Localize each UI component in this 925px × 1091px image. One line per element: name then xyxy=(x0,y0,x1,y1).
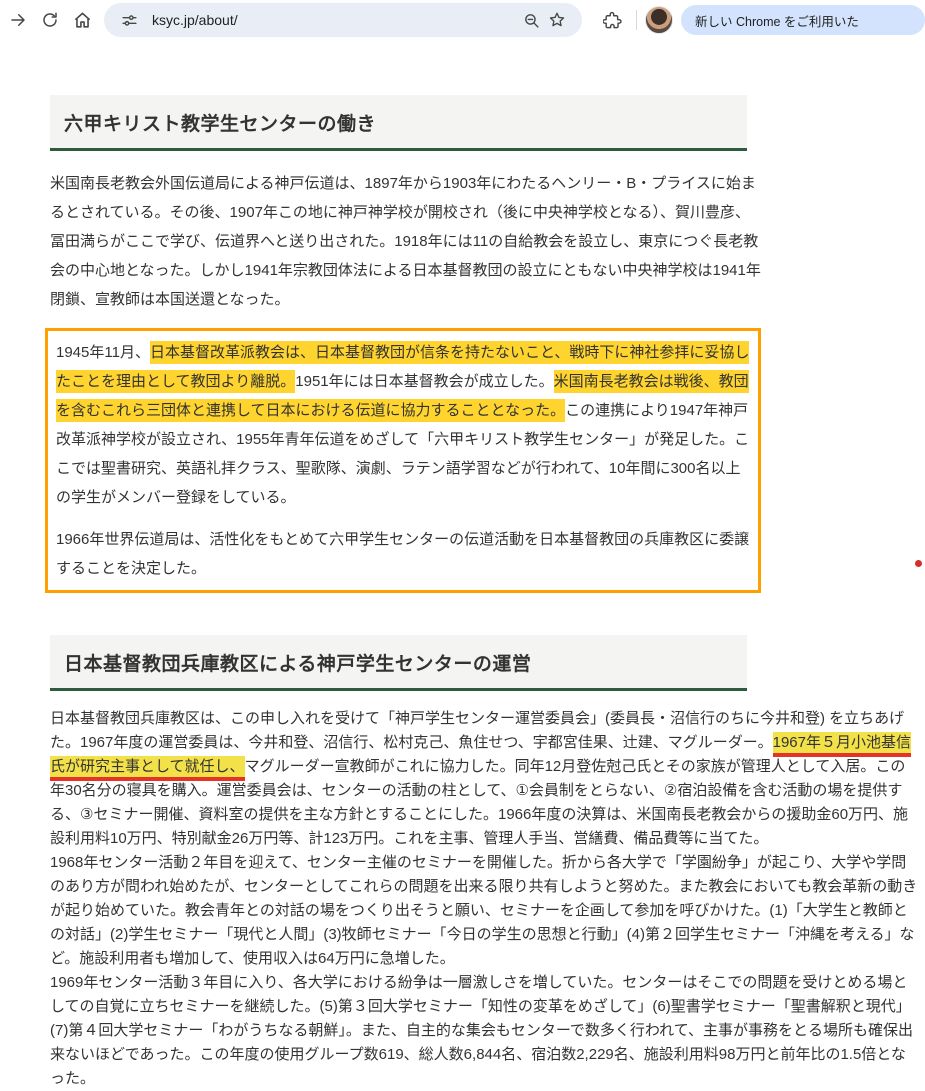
extensions-puzzle-icon[interactable] xyxy=(596,4,628,36)
section1-paragraph1: 米国南長老教会外国伝道局による神戸伝道は、1897年から1903年にわたるヘンリ… xyxy=(50,175,761,308)
forward-icon[interactable] xyxy=(2,4,34,36)
chrome-promo-button[interactable]: 新しい Chrome をご利用いた xyxy=(681,5,925,35)
profile-avatar[interactable] xyxy=(645,6,673,34)
section2: 日本基督教団兵庫教区による神戸学生センターの運営 日本基督教団兵庫教区は、この申… xyxy=(50,635,925,1091)
zoom-out-icon[interactable] xyxy=(518,7,544,33)
bookmark-star-icon[interactable] xyxy=(544,7,570,33)
orange-annotation-box: 1945年11月、日本基督改革派教会は、日本基督教団が信条を持たないこと、戦時下… xyxy=(45,328,761,593)
section1-heading: 六甲キリスト教学生センターの働き xyxy=(50,95,747,151)
url-field[interactable]: ksyc.jp/about/ xyxy=(152,12,518,28)
boxed-paragraph2: 1966年世界伝道局は、活性化をもとめて六甲学生センターの伝道活動を日本基督教団… xyxy=(56,531,750,577)
chrome-promo-label: 新しい Chrome をご利用いた xyxy=(695,14,859,29)
section2-paragraph-a: 日本基督教団兵庫教区は、この申し入れを受けて「神戸学生センター運営委員会」(委員… xyxy=(50,707,918,851)
reload-icon[interactable] xyxy=(34,4,66,36)
boxed-paragraph: 1945年11月、日本基督改革派教会は、日本基督教団が信条を持たないこと、戦時下… xyxy=(56,338,750,512)
site-info-icon[interactable] xyxy=(116,7,142,33)
toolbar-divider xyxy=(636,10,637,30)
home-icon[interactable] xyxy=(66,4,98,36)
section2-paragraph-b: 1968年センター活動２年目を迎えて、センター主催のセミナーを開催した。折から各… xyxy=(50,854,918,967)
section2-heading: 日本基督教団兵庫教区による神戸学生センターの運営 xyxy=(50,635,747,691)
address-bar[interactable]: ksyc.jp/about/ xyxy=(104,3,582,37)
red-dot-annotation xyxy=(915,560,922,567)
page-content: 六甲キリスト教学生センターの働き 米国南長老教会外国伝道局による神戸伝道は、18… xyxy=(0,40,925,1091)
section2-paragraph-c: 1969年センター活動３年目に入り、各大学における紛争は一層激しさを増していた。… xyxy=(50,974,913,1087)
browser-toolbar: ksyc.jp/about/ 新しい Chrome をご利用いた xyxy=(0,0,925,40)
text-run: 1951年には日本基督教会が成立した。 xyxy=(295,373,554,390)
text-run: 1945年11月、 xyxy=(56,344,150,361)
